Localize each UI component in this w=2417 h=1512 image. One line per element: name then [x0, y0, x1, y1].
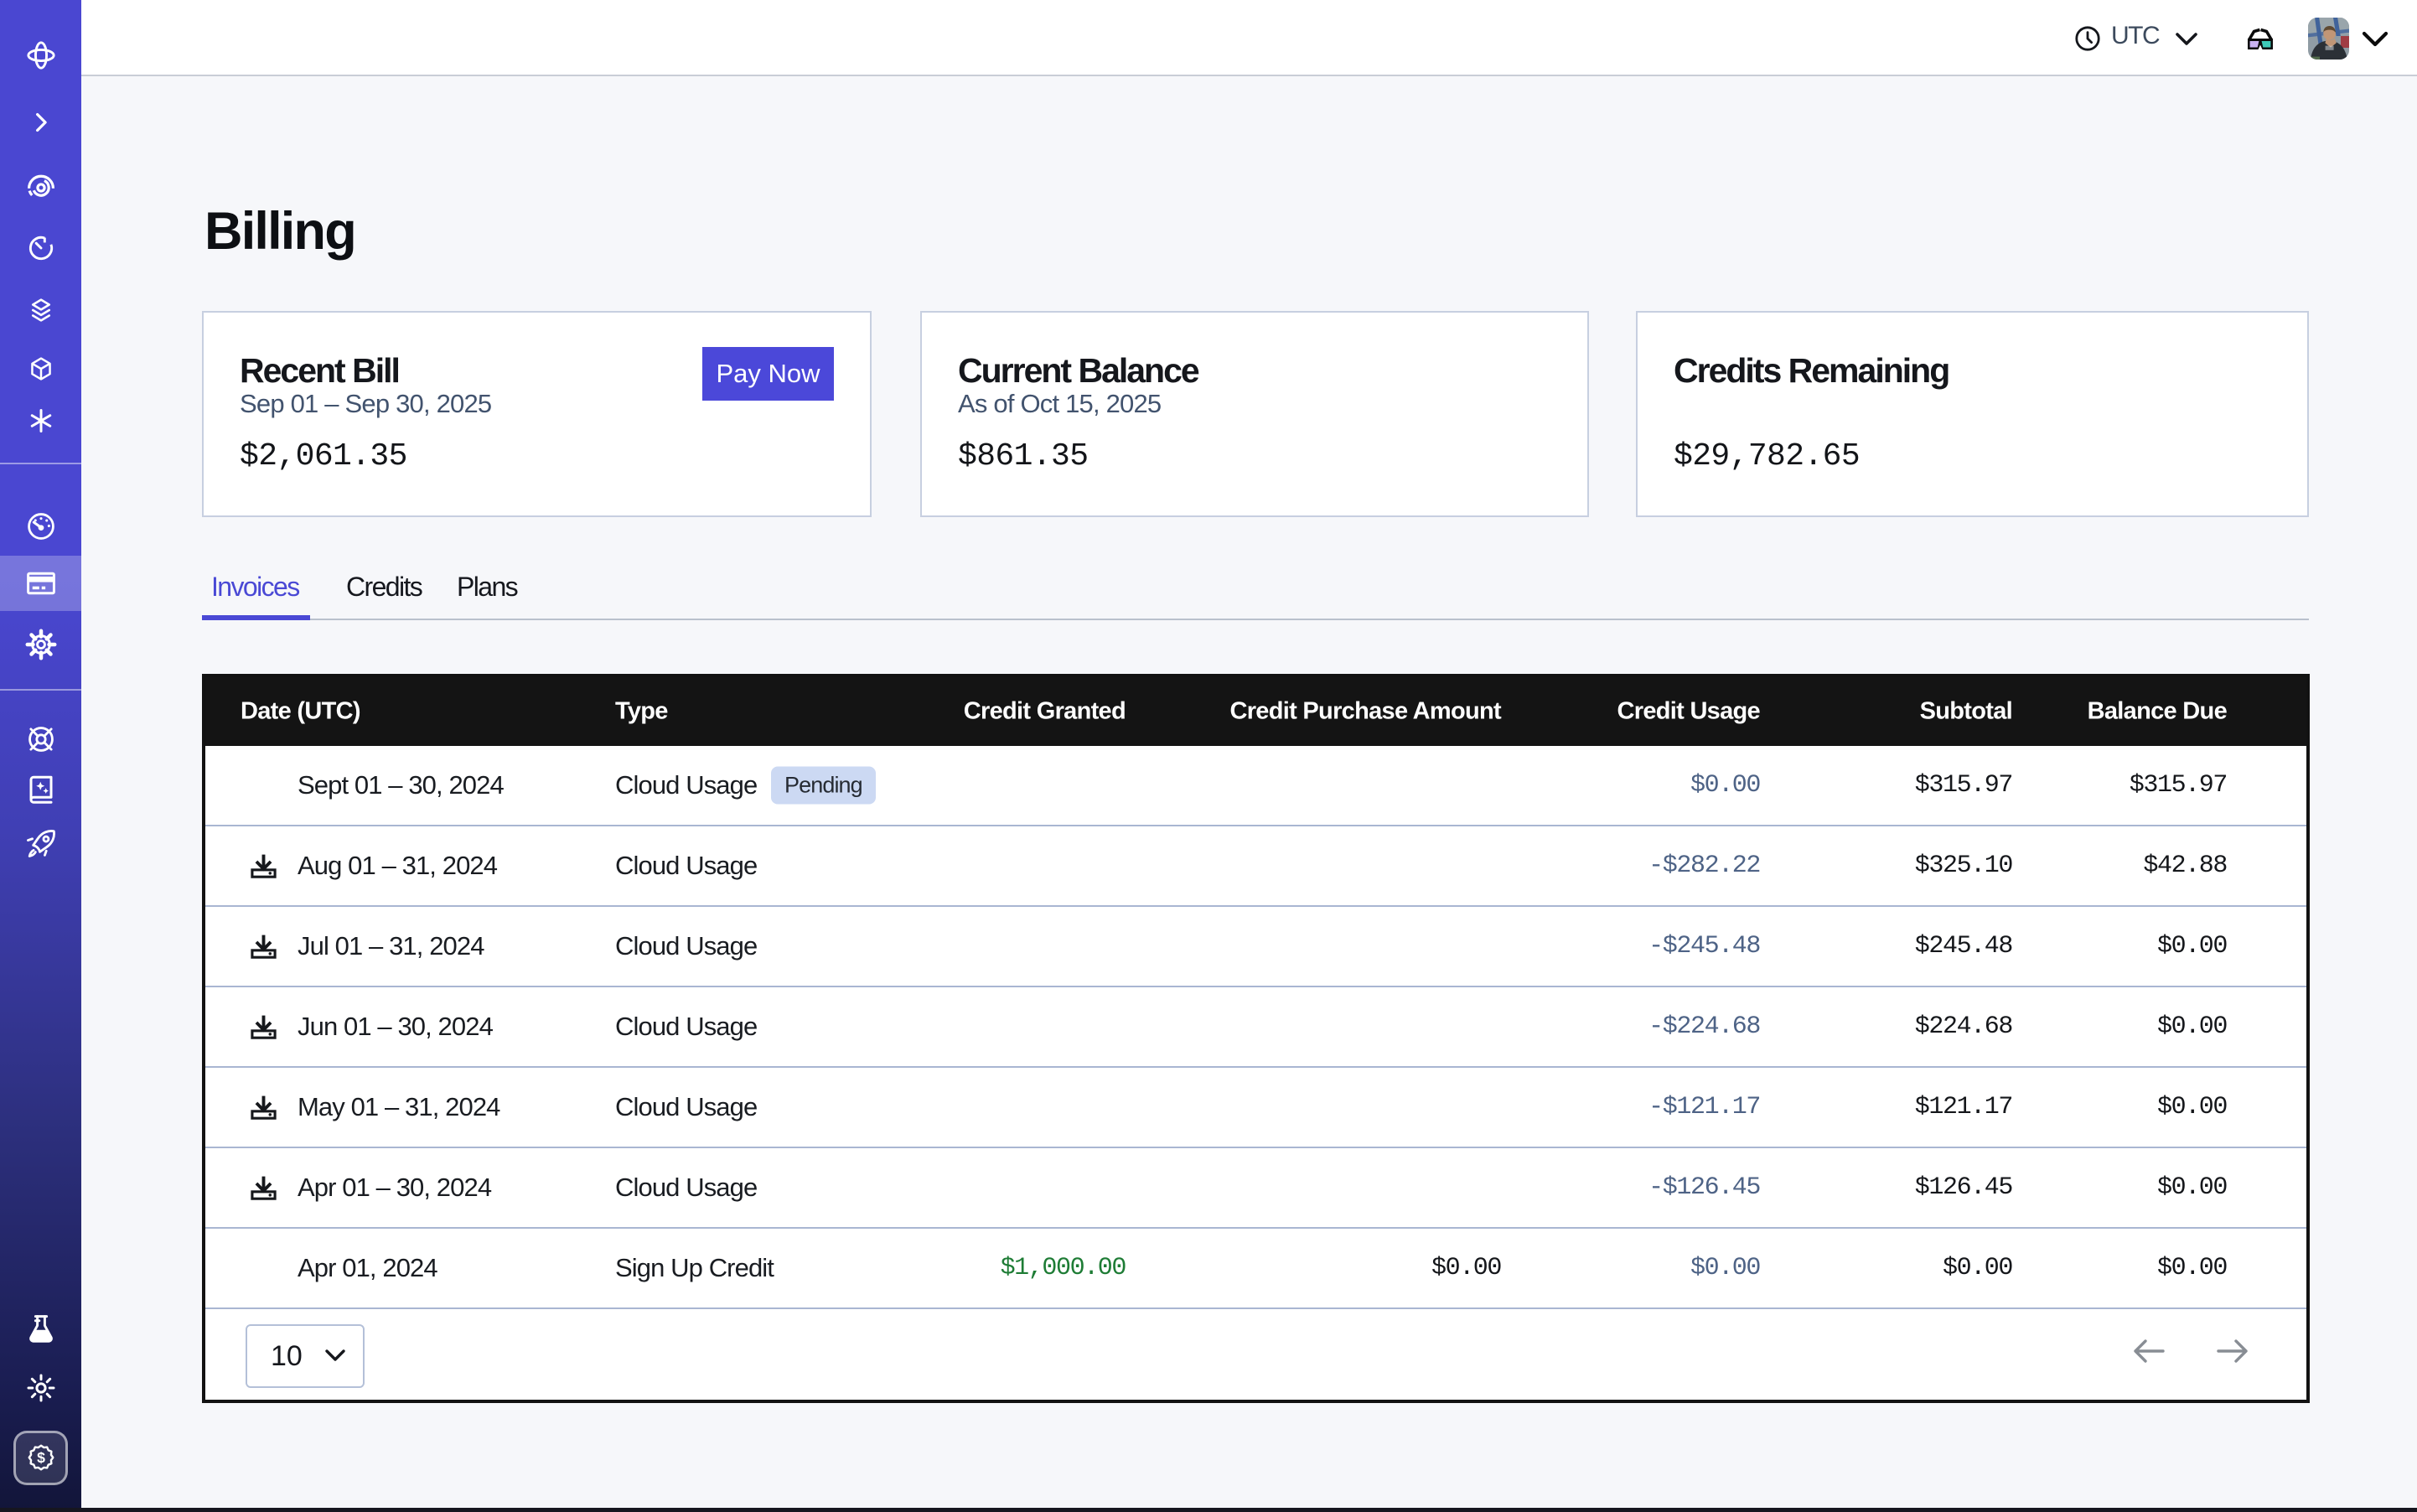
svg-text:$: $ — [37, 1449, 45, 1466]
